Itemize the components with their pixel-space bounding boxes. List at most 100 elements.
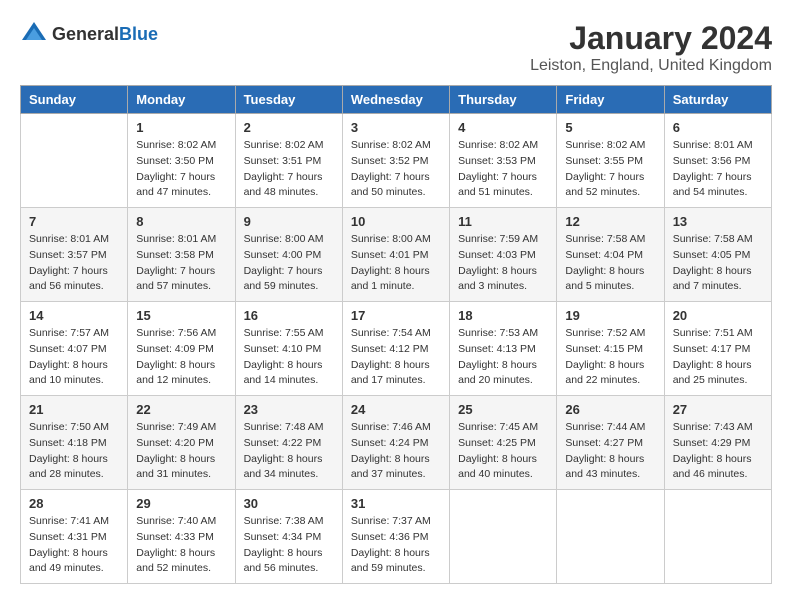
calendar-cell: 18 Sunrise: 7:53 AM Sunset: 4:13 PM Dayli… xyxy=(450,302,557,396)
calendar-cell: 10 Sunrise: 8:00 AM Sunset: 4:01 PM Dayli… xyxy=(342,208,449,302)
day-number: 2 xyxy=(244,120,334,135)
day-number: 31 xyxy=(351,496,441,511)
day-info: Sunrise: 7:43 AM Sunset: 4:29 PM Dayligh… xyxy=(673,420,763,483)
calendar-cell: 7 Sunrise: 8:01 AM Sunset: 3:57 PM Daylig… xyxy=(21,208,128,302)
calendar-cell: 17Sunrise: 7:54 AM Sunset: 4:12 PM Dayli… xyxy=(342,302,449,396)
calendar-cell: 25 Sunrise: 7:45 AM Sunset: 4:25 PM Dayli… xyxy=(450,396,557,490)
calendar-cell: 14 Sunrise: 7:57 AM Sunset: 4:07 PM Dayli… xyxy=(21,302,128,396)
day-number: 1 xyxy=(136,120,226,135)
day-info: Sunrise: 7:57 AM Sunset: 4:07 PM Dayligh… xyxy=(29,326,119,389)
calendar-cell: 1 Sunrise: 8:02 AM Sunset: 3:50 PM Daylig… xyxy=(128,114,235,208)
calendar-cell xyxy=(21,114,128,208)
calendar-cell xyxy=(557,490,664,584)
day-number: 10 xyxy=(351,214,441,229)
title-block: January 2024 Leiston, England, United Ki… xyxy=(530,20,772,75)
day-number: 5 xyxy=(565,120,655,135)
day-number: 15 xyxy=(136,308,226,323)
weekday-header-saturday: Saturday xyxy=(664,86,771,114)
day-number: 22 xyxy=(136,402,226,417)
day-info: Sunrise: 7:59 AM Sunset: 4:03 PM Dayligh… xyxy=(458,232,548,295)
calendar-cell: 26Sunrise: 7:44 AM Sunset: 4:27 PM Dayli… xyxy=(557,396,664,490)
calendar-cell: 2Sunrise: 8:02 AM Sunset: 3:51 PM Daylig… xyxy=(235,114,342,208)
day-number: 19 xyxy=(565,308,655,323)
weekday-header-wednesday: Wednesday xyxy=(342,86,449,114)
calendar-cell: 9Sunrise: 8:00 AM Sunset: 4:00 PM Daylig… xyxy=(235,208,342,302)
calendar-cell: 30 Sunrise: 7:38 AM Sunset: 4:34 PM Dayli… xyxy=(235,490,342,584)
day-info: Sunrise: 7:58 AM Sunset: 4:05 PM Dayligh… xyxy=(673,232,763,295)
weekday-header-tuesday: Tuesday xyxy=(235,86,342,114)
day-number: 13 xyxy=(673,214,763,229)
day-info: Sunrise: 8:01 AM Sunset: 3:57 PM Dayligh… xyxy=(29,232,119,295)
day-info: Sunrise: 7:40 AM Sunset: 4:33 PM Dayligh… xyxy=(136,514,226,577)
calendar-table: SundayMondayTuesdayWednesdayThursdayFrid… xyxy=(20,85,772,584)
day-number: 14 xyxy=(29,308,119,323)
day-number: 26 xyxy=(565,402,655,417)
day-info: Sunrise: 7:48 AM Sunset: 4:22 PM Dayligh… xyxy=(244,420,334,483)
calendar-cell: 5 Sunrise: 8:02 AM Sunset: 3:55 PM Daylig… xyxy=(557,114,664,208)
day-info: Sunrise: 8:00 AM Sunset: 4:01 PM Dayligh… xyxy=(351,232,441,295)
day-number: 9 xyxy=(244,214,334,229)
day-info: Sunrise: 8:02 AM Sunset: 3:52 PM Dayligh… xyxy=(351,138,441,201)
day-info: Sunrise: 8:01 AM Sunset: 3:56 PM Dayligh… xyxy=(673,138,763,201)
day-number: 3 xyxy=(351,120,441,135)
calendar-cell: 8 Sunrise: 8:01 AM Sunset: 3:58 PM Daylig… xyxy=(128,208,235,302)
day-info: Sunrise: 7:50 AM Sunset: 4:18 PM Dayligh… xyxy=(29,420,119,483)
day-number: 16 xyxy=(244,308,334,323)
calendar-week-row: 1 Sunrise: 8:02 AM Sunset: 3:50 PM Daylig… xyxy=(21,114,772,208)
day-number: 23 xyxy=(244,402,334,417)
calendar-cell: 27 Sunrise: 7:43 AM Sunset: 4:29 PM Dayli… xyxy=(664,396,771,490)
day-info: Sunrise: 7:46 AM Sunset: 4:24 PM Dayligh… xyxy=(351,420,441,483)
calendar-cell: 21 Sunrise: 7:50 AM Sunset: 4:18 PM Dayli… xyxy=(21,396,128,490)
day-number: 30 xyxy=(244,496,334,511)
logo-icon xyxy=(20,20,48,48)
calendar-cell: 3 Sunrise: 8:02 AM Sunset: 3:52 PM Daylig… xyxy=(342,114,449,208)
weekday-header-monday: Monday xyxy=(128,86,235,114)
calendar-cell: 22 Sunrise: 7:49 AM Sunset: 4:20 PM Dayli… xyxy=(128,396,235,490)
calendar-subtitle: Leiston, England, United Kingdom xyxy=(530,57,772,75)
day-number: 25 xyxy=(458,402,548,417)
weekday-header-thursday: Thursday xyxy=(450,86,557,114)
day-info: Sunrise: 7:52 AM Sunset: 4:15 PM Dayligh… xyxy=(565,326,655,389)
calendar-cell: 24 Sunrise: 7:46 AM Sunset: 4:24 PM Dayli… xyxy=(342,396,449,490)
calendar-week-row: 28Sunrise: 7:41 AM Sunset: 4:31 PM Dayli… xyxy=(21,490,772,584)
page-header: GeneralBlue January 2024 Leiston, Englan… xyxy=(20,20,772,75)
calendar-cell: 13 Sunrise: 7:58 AM Sunset: 4:05 PM Dayli… xyxy=(664,208,771,302)
calendar-cell: 4Sunrise: 8:02 AM Sunset: 3:53 PM Daylig… xyxy=(450,114,557,208)
weekday-header-sunday: Sunday xyxy=(21,86,128,114)
day-info: Sunrise: 7:54 AM Sunset: 4:12 PM Dayligh… xyxy=(351,326,441,389)
day-number: 12 xyxy=(565,214,655,229)
calendar-cell: 16Sunrise: 7:55 AM Sunset: 4:10 PM Dayli… xyxy=(235,302,342,396)
day-info: Sunrise: 7:58 AM Sunset: 4:04 PM Dayligh… xyxy=(565,232,655,295)
day-number: 24 xyxy=(351,402,441,417)
calendar-week-row: 21 Sunrise: 7:50 AM Sunset: 4:18 PM Dayli… xyxy=(21,396,772,490)
calendar-cell: 6Sunrise: 8:01 AM Sunset: 3:56 PM Daylig… xyxy=(664,114,771,208)
day-number: 18 xyxy=(458,308,548,323)
day-info: Sunrise: 8:01 AM Sunset: 3:58 PM Dayligh… xyxy=(136,232,226,295)
day-info: Sunrise: 7:49 AM Sunset: 4:20 PM Dayligh… xyxy=(136,420,226,483)
day-number: 11 xyxy=(458,214,548,229)
day-info: Sunrise: 7:51 AM Sunset: 4:17 PM Dayligh… xyxy=(673,326,763,389)
day-info: Sunrise: 7:37 AM Sunset: 4:36 PM Dayligh… xyxy=(351,514,441,577)
day-number: 21 xyxy=(29,402,119,417)
day-number: 20 xyxy=(673,308,763,323)
calendar-cell xyxy=(664,490,771,584)
day-info: Sunrise: 8:02 AM Sunset: 3:50 PM Dayligh… xyxy=(136,138,226,201)
day-number: 8 xyxy=(136,214,226,229)
calendar-cell: 29Sunrise: 7:40 AM Sunset: 4:33 PM Dayli… xyxy=(128,490,235,584)
calendar-cell: 15 Sunrise: 7:56 AM Sunset: 4:09 PM Dayli… xyxy=(128,302,235,396)
day-info: Sunrise: 7:53 AM Sunset: 4:13 PM Dayligh… xyxy=(458,326,548,389)
day-number: 27 xyxy=(673,402,763,417)
calendar-cell: 11 Sunrise: 7:59 AM Sunset: 4:03 PM Dayli… xyxy=(450,208,557,302)
day-info: Sunrise: 7:45 AM Sunset: 4:25 PM Dayligh… xyxy=(458,420,548,483)
day-number: 7 xyxy=(29,214,119,229)
calendar-cell: 20 Sunrise: 7:51 AM Sunset: 4:17 PM Dayli… xyxy=(664,302,771,396)
calendar-cell xyxy=(450,490,557,584)
day-info: Sunrise: 8:02 AM Sunset: 3:55 PM Dayligh… xyxy=(565,138,655,201)
day-info: Sunrise: 8:02 AM Sunset: 3:53 PM Dayligh… xyxy=(458,138,548,201)
day-info: Sunrise: 7:38 AM Sunset: 4:34 PM Dayligh… xyxy=(244,514,334,577)
calendar-cell: 12 Sunrise: 7:58 AM Sunset: 4:04 PM Dayli… xyxy=(557,208,664,302)
weekday-header-row: SundayMondayTuesdayWednesdayThursdayFrid… xyxy=(21,86,772,114)
calendar-cell: 28Sunrise: 7:41 AM Sunset: 4:31 PM Dayli… xyxy=(21,490,128,584)
day-info: Sunrise: 7:56 AM Sunset: 4:09 PM Dayligh… xyxy=(136,326,226,389)
logo-text-blue: Blue xyxy=(119,24,158,44)
